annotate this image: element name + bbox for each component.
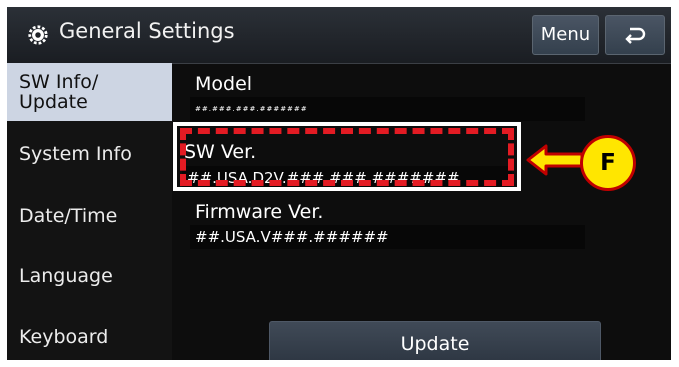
sidebar-item-label: Update	[19, 91, 88, 113]
sidebar-item-label: Language	[19, 265, 113, 287]
sidebar-item-label: System Info	[19, 143, 132, 165]
sidebar-item-sw-info-update[interactable]: SW Info/Update	[7, 63, 172, 121]
menu-button[interactable]: Menu	[532, 15, 599, 55]
sidebar: SW Info/Update System Info Date/Time Lan…	[7, 63, 172, 360]
page-title: General Settings	[59, 19, 235, 43]
model-label: Model	[195, 73, 253, 95]
sidebar-item-date-time[interactable]: Date/Time	[7, 187, 172, 245]
highlight-dashed-box	[180, 128, 514, 186]
sidebar-item-keyboard[interactable]: Keyboard	[7, 308, 172, 360]
back-arrow-icon	[625, 27, 646, 44]
back-button[interactable]	[605, 15, 665, 55]
model-value: ##.###.###.#######	[190, 97, 585, 121]
title-bar: General Settings Menu	[7, 7, 671, 64]
firmware-version-value: ##.USA.V###.######	[190, 225, 585, 249]
sidebar-item-label: Keyboard	[19, 326, 109, 348]
firmware-version-label: Firmware Ver.	[195, 201, 324, 223]
gear-icon	[28, 25, 48, 45]
arrow-icon	[526, 144, 584, 176]
update-button[interactable]: Update	[269, 321, 601, 360]
sidebar-item-system-info[interactable]: System Info	[7, 125, 172, 183]
sidebar-item-label: Date/Time	[19, 205, 118, 227]
settings-content: Model ##.###.###.####### SW Ver. ##.USA.…	[172, 63, 671, 360]
sidebar-item-label: SW Info/	[19, 71, 99, 93]
callout-badge: F	[580, 135, 636, 191]
sidebar-item-language[interactable]: Language	[7, 247, 172, 305]
